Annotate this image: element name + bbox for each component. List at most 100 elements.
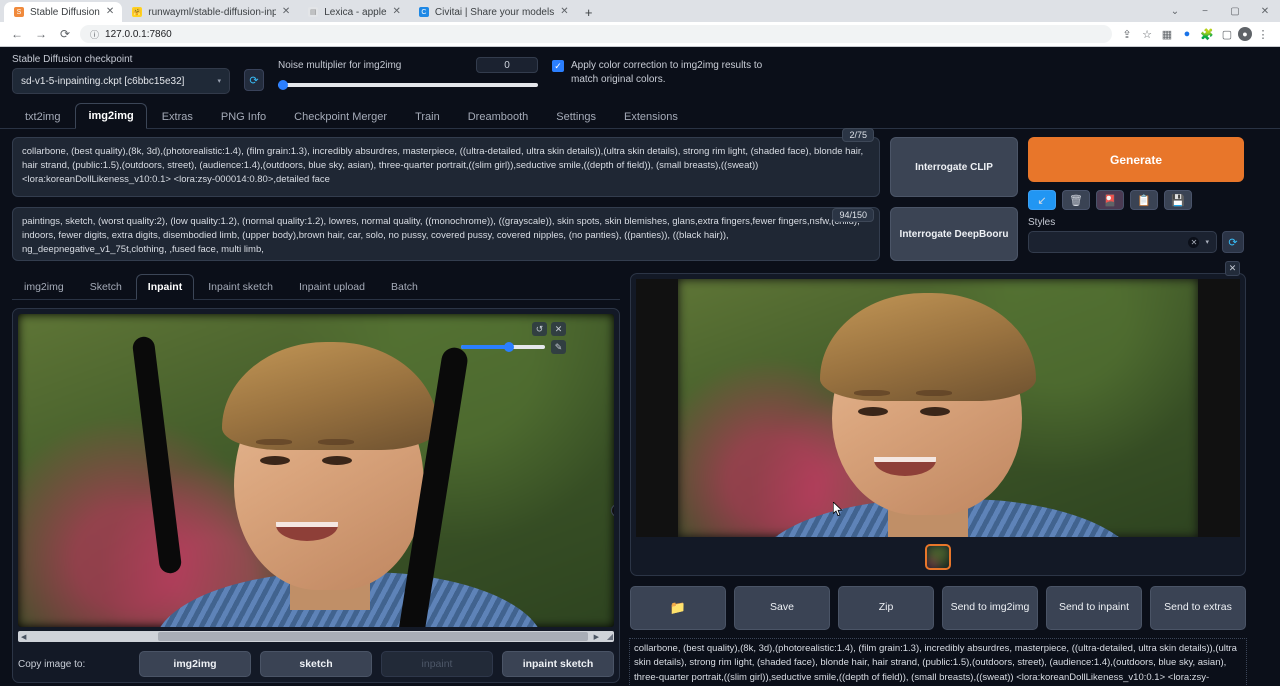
image-tab-inpaint-upload[interactable]: Inpaint upload — [287, 274, 377, 300]
tab-dreambooth[interactable]: Dreambooth — [455, 104, 542, 129]
app-toolbar: Stable Diffusion checkpoint sd-v1-5-inpa… — [0, 47, 1280, 94]
subject-hair — [222, 342, 438, 450]
browser-tab-1[interactable]: 🤗 runwayml/stable-diffusion-inpa ✕ — [122, 2, 298, 22]
refresh-checkpoints-button[interactable]: ⟳ — [244, 69, 264, 91]
extensions-puzzle-icon[interactable]: 🧩 — [1198, 25, 1216, 43]
output-gallery — [636, 544, 1240, 570]
canvas-horizontal-scrollbar[interactable]: ◀ ▶ ◢ — [18, 631, 614, 642]
trash-icon[interactable]: 🗑 — [1062, 190, 1090, 210]
apply-style-icon[interactable]: 📋 — [1130, 190, 1158, 210]
subject-brow-left — [256, 439, 292, 445]
bookmark-star-icon[interactable]: ☆ — [1138, 25, 1156, 43]
stable-diffusion-app: Stable Diffusion checkpoint sd-v1-5-inpa… — [0, 47, 1280, 686]
tab-img2img[interactable]: img2img — [75, 103, 146, 129]
extra-networks-icon[interactable]: 🎴 — [1096, 190, 1124, 210]
forward-icon[interactable]: → — [32, 25, 50, 43]
sidepanel-icon[interactable]: ▢ — [1218, 25, 1236, 43]
send-to-inpaint-button[interactable]: Send to inpaint — [1046, 586, 1142, 630]
circle-extension-icon[interactable]: ● — [1178, 25, 1196, 43]
calendar-extension-icon[interactable]: ▦ — [1158, 25, 1176, 43]
open-folder-button[interactable]: 📁 — [630, 586, 726, 630]
brush-size-slider[interactable] — [461, 345, 545, 349]
minimize-button[interactable]: − — [1190, 0, 1220, 22]
paste-arrow-icon[interactable]: ↙ — [1028, 190, 1056, 210]
close-icon[interactable]: ✕ — [393, 7, 401, 17]
civitai-icon: C — [419, 7, 429, 17]
tab-checkpoint-merger[interactable]: Checkpoint Merger — [281, 104, 400, 129]
color-correction-checkbox[interactable]: ✓ — [552, 60, 564, 72]
negative-prompt-input[interactable]: paintings, sketch, (worst quality:2), (l… — [12, 207, 880, 261]
color-correction-field[interactable]: ✓ Apply color correction to img2img resu… — [552, 59, 782, 86]
close-icon[interactable]: ✕ — [560, 7, 568, 17]
generation-info-text: collarbone, (best quality),(8k, 3d),(pho… — [630, 639, 1246, 686]
image-tab-sketch[interactable]: Sketch — [78, 274, 134, 300]
output-image-viewer[interactable] — [636, 279, 1240, 537]
close-icon[interactable]: ✕ — [106, 7, 114, 17]
refresh-styles-button[interactable]: ⟳ — [1222, 231, 1244, 253]
scroll-right-icon[interactable]: ▶ — [591, 633, 602, 641]
address-bar[interactable]: ⓘ 127.0.0.1:7860 — [80, 25, 1112, 43]
noise-multiplier-value[interactable]: 0 — [476, 57, 538, 73]
browser-menu-icon[interactable]: ⋮ — [1254, 25, 1272, 43]
copy-to-inpaint-sketch-button[interactable]: inpaint sketch — [502, 651, 614, 677]
tab-train[interactable]: Train — [402, 104, 453, 129]
share-icon[interactable]: ⇪ — [1118, 25, 1136, 43]
resize-grip-icon[interactable]: ◢ — [607, 632, 613, 641]
image-tab-inpaint-sketch[interactable]: Inpaint sketch — [196, 274, 285, 300]
browser-tab-strip: S Stable Diffusion ✕ 🤗 runwayml/stable-d… — [0, 0, 1280, 22]
tab-extras[interactable]: Extras — [149, 104, 206, 129]
image-tab-inpaint[interactable]: Inpaint — [136, 274, 194, 300]
tab-settings[interactable]: Settings — [543, 104, 609, 129]
gallery-thumbnail[interactable] — [925, 544, 951, 570]
close-window-button[interactable]: ✕ — [1250, 0, 1280, 22]
undo-icon[interactable]: ↺ — [532, 322, 547, 336]
checkpoint-dropdown[interactable]: sd-v1-5-inpainting.ckpt [c6bbc15e32] ▾ — [12, 68, 230, 94]
close-icon[interactable]: ✕ — [282, 7, 290, 17]
generated-image — [678, 279, 1198, 537]
close-icon[interactable]: ✕ — [1225, 261, 1240, 276]
clear-canvas-icon[interactable]: ✕ — [551, 322, 566, 336]
reload-icon[interactable]: ⟳ — [56, 25, 74, 43]
positive-prompt-input[interactable]: collarbone, (best quality),(8k, 3d),(pho… — [12, 137, 880, 197]
input-panel: img2img Sketch Inpaint Inpaint sketch In… — [12, 273, 620, 686]
generate-column: Generate ↙ 🗑 🎴 📋 💾 Styles ✕ ▾ ⟳ — [1028, 137, 1244, 261]
generate-button[interactable]: Generate — [1028, 137, 1244, 182]
subject-eye-right — [920, 407, 950, 416]
browser-tab-3[interactable]: C Civitai | Share your models ✕ — [409, 2, 577, 22]
scroll-left-icon[interactable]: ◀ — [18, 633, 29, 641]
slider-thumb[interactable] — [278, 80, 288, 90]
profile-avatar-icon[interactable]: ● — [1238, 27, 1252, 41]
save-button[interactable]: Save — [734, 586, 830, 630]
chevron-down-icon[interactable]: ▾ — [1205, 238, 1209, 246]
send-to-extras-button[interactable]: Send to extras — [1150, 586, 1246, 630]
scrollbar-thumb[interactable] — [158, 632, 588, 641]
maximize-button[interactable]: ▢ — [1220, 0, 1250, 22]
tab-png-info[interactable]: PNG Info — [208, 104, 279, 129]
browser-tab-2[interactable]: ▤ Lexica - apple ✕ — [298, 2, 409, 22]
send-to-img2img-button[interactable]: Send to img2img — [942, 586, 1038, 630]
clear-icon[interactable]: ✕ — [1188, 237, 1199, 248]
tab-search-icon[interactable]: ⌄ — [1160, 0, 1190, 22]
back-icon[interactable]: ← — [8, 25, 26, 43]
site-info-icon[interactable]: ⓘ — [90, 28, 99, 41]
browser-tab-title: runwayml/stable-diffusion-inpa — [148, 7, 276, 18]
styles-dropdown[interactable]: ✕ ▾ — [1028, 231, 1217, 253]
negative-token-counter: 94/150 — [832, 208, 874, 222]
browser-tab-0[interactable]: S Stable Diffusion ✕ — [4, 2, 122, 22]
noise-multiplier-slider[interactable] — [278, 83, 538, 87]
image-tab-batch[interactable]: Batch — [379, 274, 430, 300]
new-tab-button[interactable]: + — [579, 2, 599, 22]
inpaint-canvas[interactable]: ↺ ✕ ✎ — [18, 314, 614, 627]
tab-extensions[interactable]: Extensions — [611, 104, 691, 129]
interrogate-clip-button[interactable]: Interrogate CLIP — [890, 137, 1018, 197]
slider-thumb[interactable] — [504, 342, 514, 352]
brush-icon[interactable]: ✎ — [551, 340, 566, 354]
copy-to-sketch-button[interactable]: sketch — [260, 651, 372, 677]
tab-txt2img[interactable]: txt2img — [12, 104, 73, 129]
save-style-icon[interactable]: 💾 — [1164, 190, 1192, 210]
image-tab-img2img[interactable]: img2img — [12, 274, 76, 300]
copy-to-img2img-button[interactable]: img2img — [139, 651, 251, 677]
zip-button[interactable]: Zip — [838, 586, 934, 630]
subject-eye-right — [322, 456, 352, 465]
interrogate-deepbooru-button[interactable]: Interrogate DeepBooru — [890, 207, 1018, 261]
